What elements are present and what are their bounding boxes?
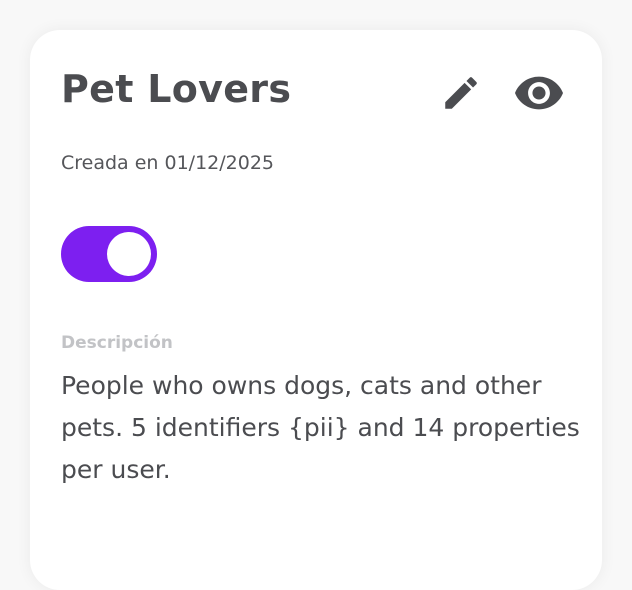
- card-title: Pet Lovers: [61, 67, 292, 111]
- pencil-icon: [445, 77, 477, 109]
- description-text: People who owns dogs, cats and other pet…: [61, 371, 580, 484]
- toggle-knob: [107, 232, 151, 276]
- eye-icon: [515, 76, 563, 110]
- audience-card: Pet Lovers Creada en 01/12/2025 Descripc…: [30, 30, 602, 590]
- edit-button[interactable]: [440, 72, 482, 114]
- active-toggle[interactable]: [61, 226, 157, 282]
- description-label: Descripción: [61, 333, 173, 353]
- view-button[interactable]: [515, 74, 563, 112]
- created-date: Creada en 01/12/2025: [61, 152, 275, 174]
